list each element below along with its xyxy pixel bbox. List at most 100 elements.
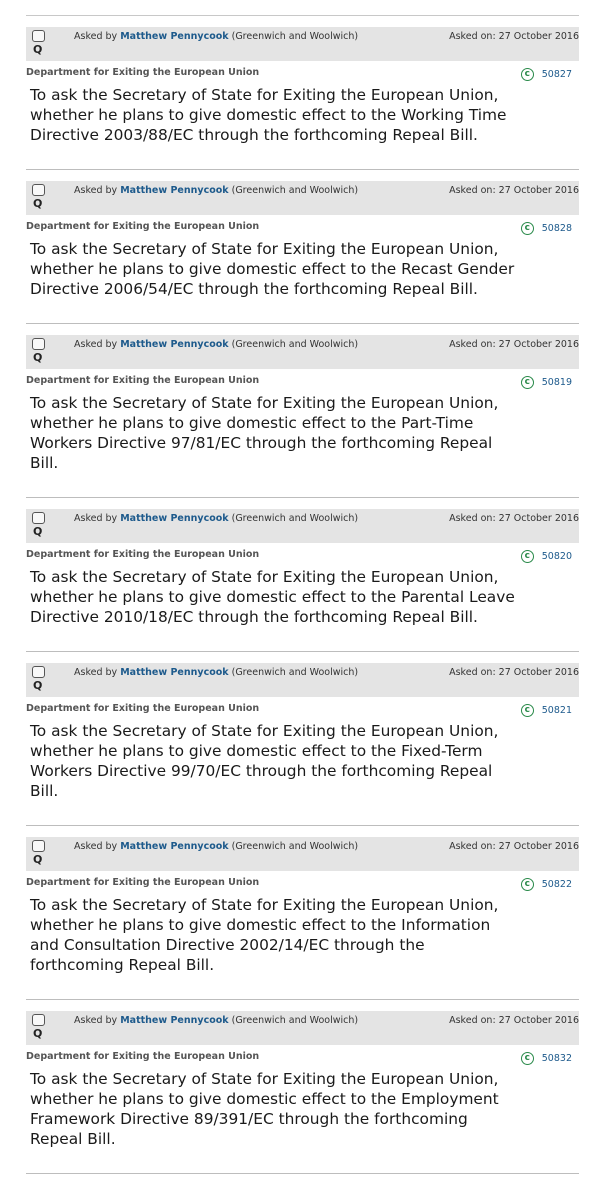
checkbox-icon[interactable] [32, 338, 45, 350]
question-badge[interactable]: Q [31, 512, 45, 542]
question-divider [26, 497, 579, 498]
uin-link[interactable]: 50828 [542, 223, 572, 234]
question-type-label: Q [33, 351, 43, 364]
question-text-line: To ask the Secretary of State for Exitin… [30, 568, 499, 586]
asked-by-prefix: Asked by [74, 185, 118, 196]
checkbox-icon[interactable] [32, 840, 45, 852]
question-text: To ask the Secretary of State for Exitin… [30, 85, 570, 145]
department-name: Department for Exiting the European Unio… [26, 549, 260, 560]
uin-reference[interactable]: c 50832 [520, 1051, 572, 1065]
uin-reference[interactable]: c 50828 [520, 221, 572, 235]
constituency: (Greenwich and Woolwich) [231, 185, 359, 196]
question-text-line: whether he plans to give domestic effect… [30, 588, 515, 606]
question-type-label: Q [33, 43, 43, 56]
member-link[interactable]: Matthew Pennycook [120, 185, 228, 196]
copyright-circle-icon: c [520, 703, 534, 717]
member-link[interactable]: Matthew Pennycook [120, 339, 228, 350]
asked-by-prefix: Asked by [74, 513, 118, 524]
member-link[interactable]: Matthew Pennycook [120, 1015, 228, 1026]
question-text-line: To ask the Secretary of State for Exitin… [30, 240, 499, 258]
question-type-label: Q [33, 525, 43, 538]
uin-link[interactable]: 50827 [542, 69, 572, 80]
question-text: To ask the Secretary of State for Exitin… [30, 567, 570, 627]
asked-on-date: Asked on: 27 October 2016 [449, 1015, 579, 1026]
member-link[interactable]: Matthew Pennycook [120, 841, 228, 852]
uin-reference[interactable]: c 50822 [520, 877, 572, 891]
question-type-label: Q [33, 853, 43, 866]
asked-by-prefix: Asked by [74, 667, 118, 678]
question-badge[interactable]: Q [31, 1014, 45, 1044]
question-text-line: Directive 2010/18/EC through the forthco… [30, 608, 478, 626]
question-badge[interactable]: Q [31, 338, 45, 368]
question-text-line: whether he plans to give domestic effect… [30, 414, 474, 432]
question-divider [26, 323, 579, 324]
question-text: To ask the Secretary of State for Exitin… [30, 895, 570, 975]
question-item: Q Asked by Matthew Pennycook (Greenwich a… [0, 837, 607, 999]
uin-reference[interactable]: c 50827 [520, 67, 572, 81]
uin-link[interactable]: 50822 [542, 879, 572, 890]
constituency: (Greenwich and Woolwich) [231, 841, 359, 852]
copyright-circle-icon: c [520, 221, 534, 235]
question-text-line: To ask the Secretary of State for Exitin… [30, 1070, 499, 1088]
top-divider [26, 15, 579, 16]
question-type-label: Q [33, 1027, 43, 1040]
asked-by: Asked by Matthew Pennycook (Greenwich an… [74, 185, 358, 196]
checkbox-icon[interactable] [32, 1014, 45, 1026]
question-divider [26, 825, 579, 826]
question-text-line: Bill. [30, 454, 59, 472]
uin-link[interactable]: 50820 [542, 551, 572, 562]
question-text-line: whether he plans to give domestic effect… [30, 260, 515, 278]
asked-by-prefix: Asked by [74, 339, 118, 350]
question-badge[interactable]: Q [31, 666, 45, 696]
uin-link[interactable]: 50832 [542, 1053, 572, 1064]
asked-by: Asked by Matthew Pennycook (Greenwich an… [74, 31, 358, 42]
copyright-circle-icon: c [520, 877, 534, 891]
copyright-circle-icon: c [520, 1051, 534, 1065]
department-name: Department for Exiting the European Unio… [26, 67, 260, 78]
member-link[interactable]: Matthew Pennycook [120, 513, 228, 524]
question-header: Q Asked by Matthew Pennycook (Greenwich a… [26, 837, 579, 871]
question-header: Q Asked by Matthew Pennycook (Greenwich a… [26, 509, 579, 543]
question-text-line: forthcoming Repeal Bill. [30, 956, 215, 974]
checkbox-icon[interactable] [32, 184, 45, 196]
checkbox-icon[interactable] [32, 512, 45, 524]
department-name: Department for Exiting the European Unio… [26, 375, 260, 386]
question-text-line: Directive 2003/88/EC through the forthco… [30, 126, 478, 144]
department-name: Department for Exiting the European Unio… [26, 703, 260, 714]
question-header: Q Asked by Matthew Pennycook (Greenwich a… [26, 1011, 579, 1045]
asked-on-date: Asked on: 27 October 2016 [449, 667, 579, 678]
member-link[interactable]: Matthew Pennycook [120, 31, 228, 42]
uin-reference[interactable]: c 50821 [520, 703, 572, 717]
question-badge[interactable]: Q [31, 30, 45, 60]
uin-link[interactable]: 50819 [542, 377, 572, 388]
question-divider [26, 999, 579, 1000]
question-text: To ask the Secretary of State for Exitin… [30, 393, 570, 473]
copyright-circle-icon: c [520, 67, 534, 81]
question-text-line: whether he plans to give domestic effect… [30, 106, 507, 124]
question-badge[interactable]: Q [31, 184, 45, 214]
question-item: Q Asked by Matthew Pennycook (Greenwich a… [0, 509, 607, 651]
question-text-line: To ask the Secretary of State for Exitin… [30, 896, 499, 914]
asked-by-prefix: Asked by [74, 1015, 118, 1026]
question-badge[interactable]: Q [31, 840, 45, 870]
question-text-line: whether he plans to give domestic effect… [30, 916, 491, 934]
question-type-label: Q [33, 197, 43, 210]
question-text-line: Bill. [30, 782, 59, 800]
asked-by: Asked by Matthew Pennycook (Greenwich an… [74, 513, 358, 524]
copyright-circle-icon: c [520, 375, 534, 389]
uin-link[interactable]: 50821 [542, 705, 572, 716]
asked-on-date: Asked on: 27 October 2016 [449, 339, 579, 350]
member-link[interactable]: Matthew Pennycook [120, 667, 228, 678]
checkbox-icon[interactable] [32, 666, 45, 678]
question-item: Q Asked by Matthew Pennycook (Greenwich a… [0, 1011, 607, 1173]
asked-on-date: Asked on: 27 October 2016 [449, 185, 579, 196]
question-text-line: Directive 2006/54/EC through the forthco… [30, 280, 478, 298]
asked-on-date: Asked on: 27 October 2016 [449, 513, 579, 524]
checkbox-icon[interactable] [32, 30, 45, 42]
asked-on-date: Asked on: 27 October 2016 [449, 841, 579, 852]
uin-reference[interactable]: c 50819 [520, 375, 572, 389]
constituency: (Greenwich and Woolwich) [231, 1015, 359, 1026]
asked-by: Asked by Matthew Pennycook (Greenwich an… [74, 339, 358, 350]
question-item: Q Asked by Matthew Pennycook (Greenwich a… [0, 181, 607, 323]
uin-reference[interactable]: c 50820 [520, 549, 572, 563]
